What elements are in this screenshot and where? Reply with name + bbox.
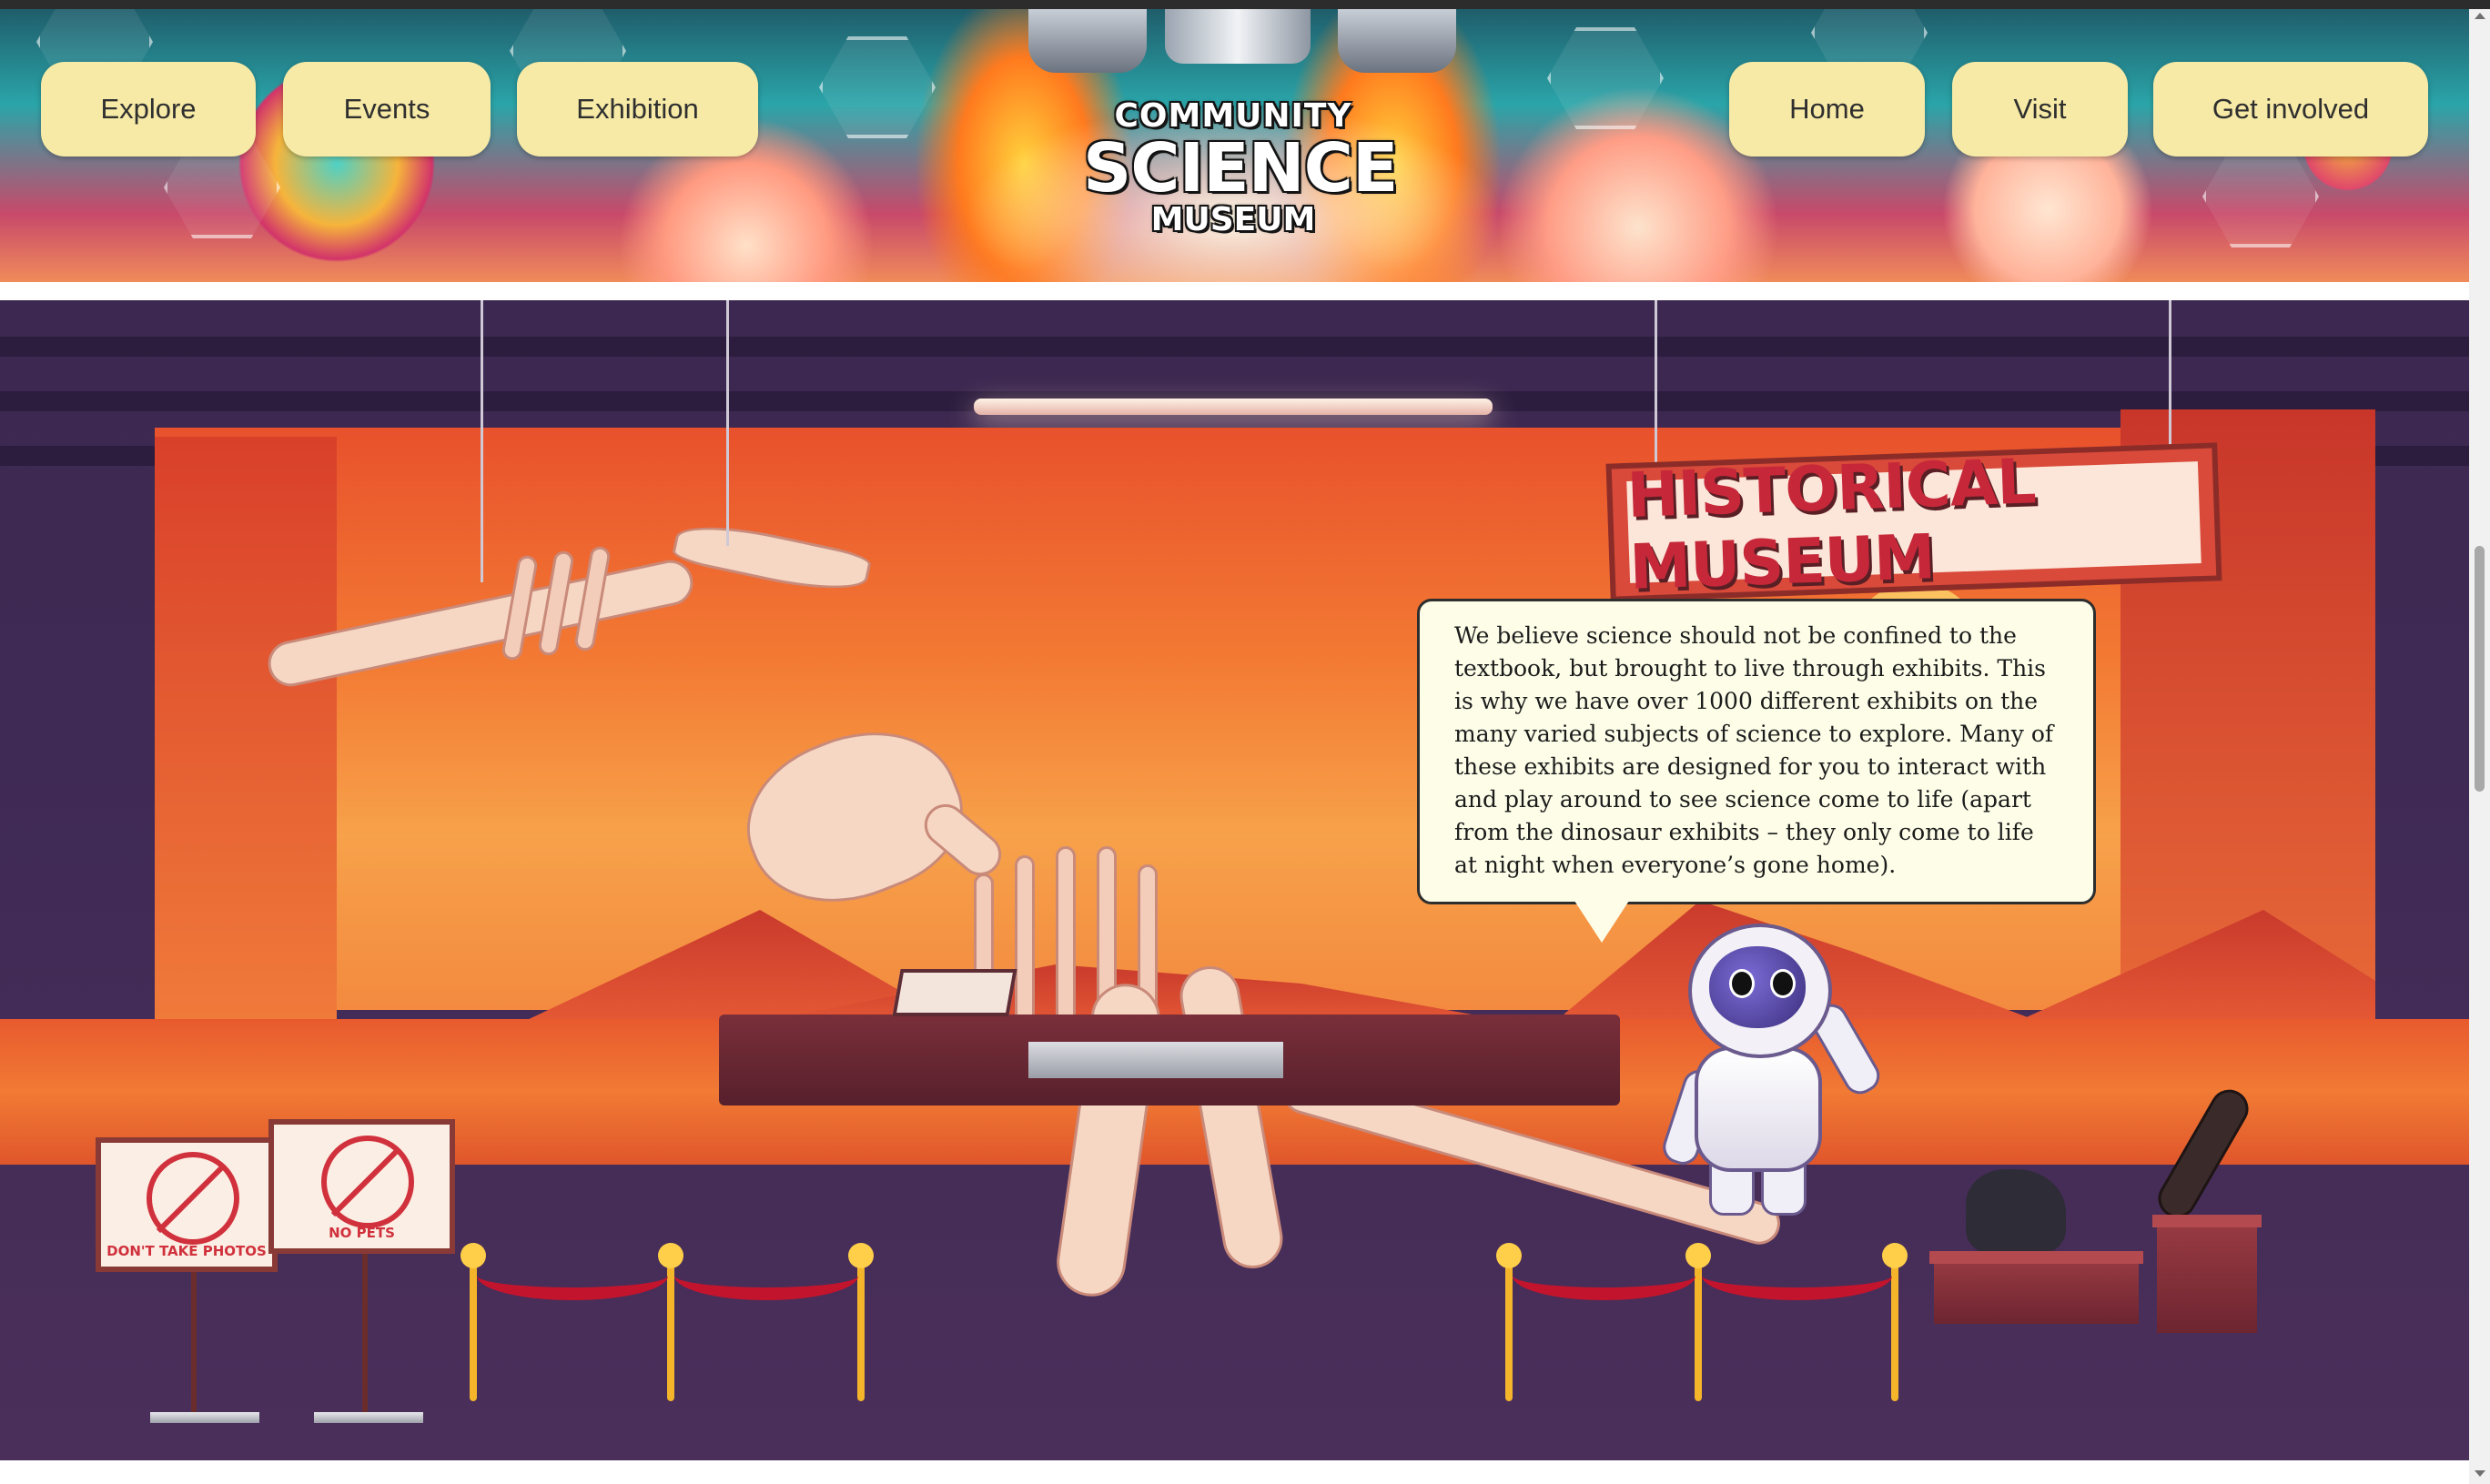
sign-wire (1655, 300, 1657, 464)
rocket-thruster (1338, 9, 1456, 73)
site-logo[interactable]: COMMUNITY SCIENCE MUSEUM (1083, 97, 1398, 238)
rocket-thruster (1028, 9, 1147, 73)
site-header: COMMUNITY SCIENCE MUSEUM Explore Events … (0, 9, 2469, 282)
rope-stanchion (848, 1243, 874, 1401)
astronaut-body (1695, 1046, 1822, 1172)
nav-exhibition-button[interactable]: Exhibition (517, 62, 758, 156)
scroll-down-arrow-icon[interactable] (2475, 1470, 2485, 1477)
hanging-wire (481, 300, 483, 582)
no-photos-label: DON'T TAKE PHOTOS (106, 1243, 267, 1259)
velvet-rope (674, 1251, 858, 1300)
rope-stanchion (1882, 1243, 1908, 1401)
hanging-wire (726, 300, 729, 546)
speech-bubble-text: We believe science should not be confine… (1454, 622, 2054, 878)
historical-museum-sign: HISTORICAL MUSEUM (1605, 442, 2222, 604)
sign-pole (191, 1265, 197, 1415)
no-photos-sign: DON'T TAKE PHOTOS (96, 1137, 278, 1272)
exhibit-nameplate (1028, 1042, 1283, 1078)
nav-events-button[interactable]: Events (283, 62, 491, 156)
hexagon-decoration (1547, 27, 1664, 129)
exhibit-pedestal (2157, 1219, 2257, 1333)
sign-wire (2169, 300, 2171, 455)
sign-pole-base (150, 1412, 259, 1423)
exhibit-pedestal (1934, 1256, 2139, 1324)
logo-line-2: SCIENCE (1083, 129, 1398, 207)
exhibit-pedestal-top (1929, 1251, 2143, 1264)
scroll-up-arrow-icon[interactable] (2475, 13, 2485, 19)
astronaut-eye (1729, 969, 1755, 998)
exhibit-pedestal-top (2152, 1215, 2262, 1227)
nav-visit-button[interactable]: Visit (1952, 62, 2128, 156)
page-bottom-edge (0, 1460, 2469, 1484)
pet-icon (321, 1136, 414, 1228)
exhibit-side-panel (155, 437, 337, 1019)
hexagon-decoration (819, 36, 936, 138)
rope-stanchion (461, 1243, 486, 1401)
velvet-rope (1702, 1251, 1892, 1300)
rope-stanchion (1685, 1243, 1711, 1401)
nav-home-button[interactable]: Home (1729, 62, 1925, 156)
sign-pole (362, 1247, 368, 1415)
logo-line-3: MUSEUM (1150, 201, 1316, 238)
speech-bubble-tail (1574, 901, 1629, 943)
camera-icon (147, 1152, 239, 1245)
velvet-rope (477, 1251, 668, 1300)
sign-pole-base (314, 1412, 423, 1423)
header-divider (0, 282, 2469, 300)
nav-explore-button[interactable]: Explore (41, 62, 256, 156)
speech-bubble: We believe science should not be confine… (1417, 599, 2096, 904)
sign-text: HISTORICAL MUSEUM (1625, 446, 2037, 604)
exhibit-plaque (892, 969, 1017, 1016)
velvet-rope (1513, 1251, 1695, 1300)
browser-top-edge (0, 0, 2490, 9)
hexagon-decoration (2202, 146, 2319, 247)
ceiling-light (974, 399, 1493, 415)
astronaut-eye (1770, 969, 1796, 998)
nav-get-involved-button[interactable]: Get involved (2153, 62, 2428, 156)
page-scrollbar[interactable] (2469, 9, 2490, 1484)
no-pets-sign: NO PETS (268, 1119, 455, 1254)
rope-stanchion (1496, 1243, 1522, 1401)
rope-stanchion (658, 1243, 683, 1401)
logo-line-1: COMMUNITY (1114, 97, 1352, 135)
scrollbar-thumb[interactable] (2475, 546, 2485, 792)
rocket-body (1165, 9, 1311, 64)
ceiling-beam (0, 337, 2469, 357)
meteorite-exhibit (1966, 1169, 2066, 1256)
